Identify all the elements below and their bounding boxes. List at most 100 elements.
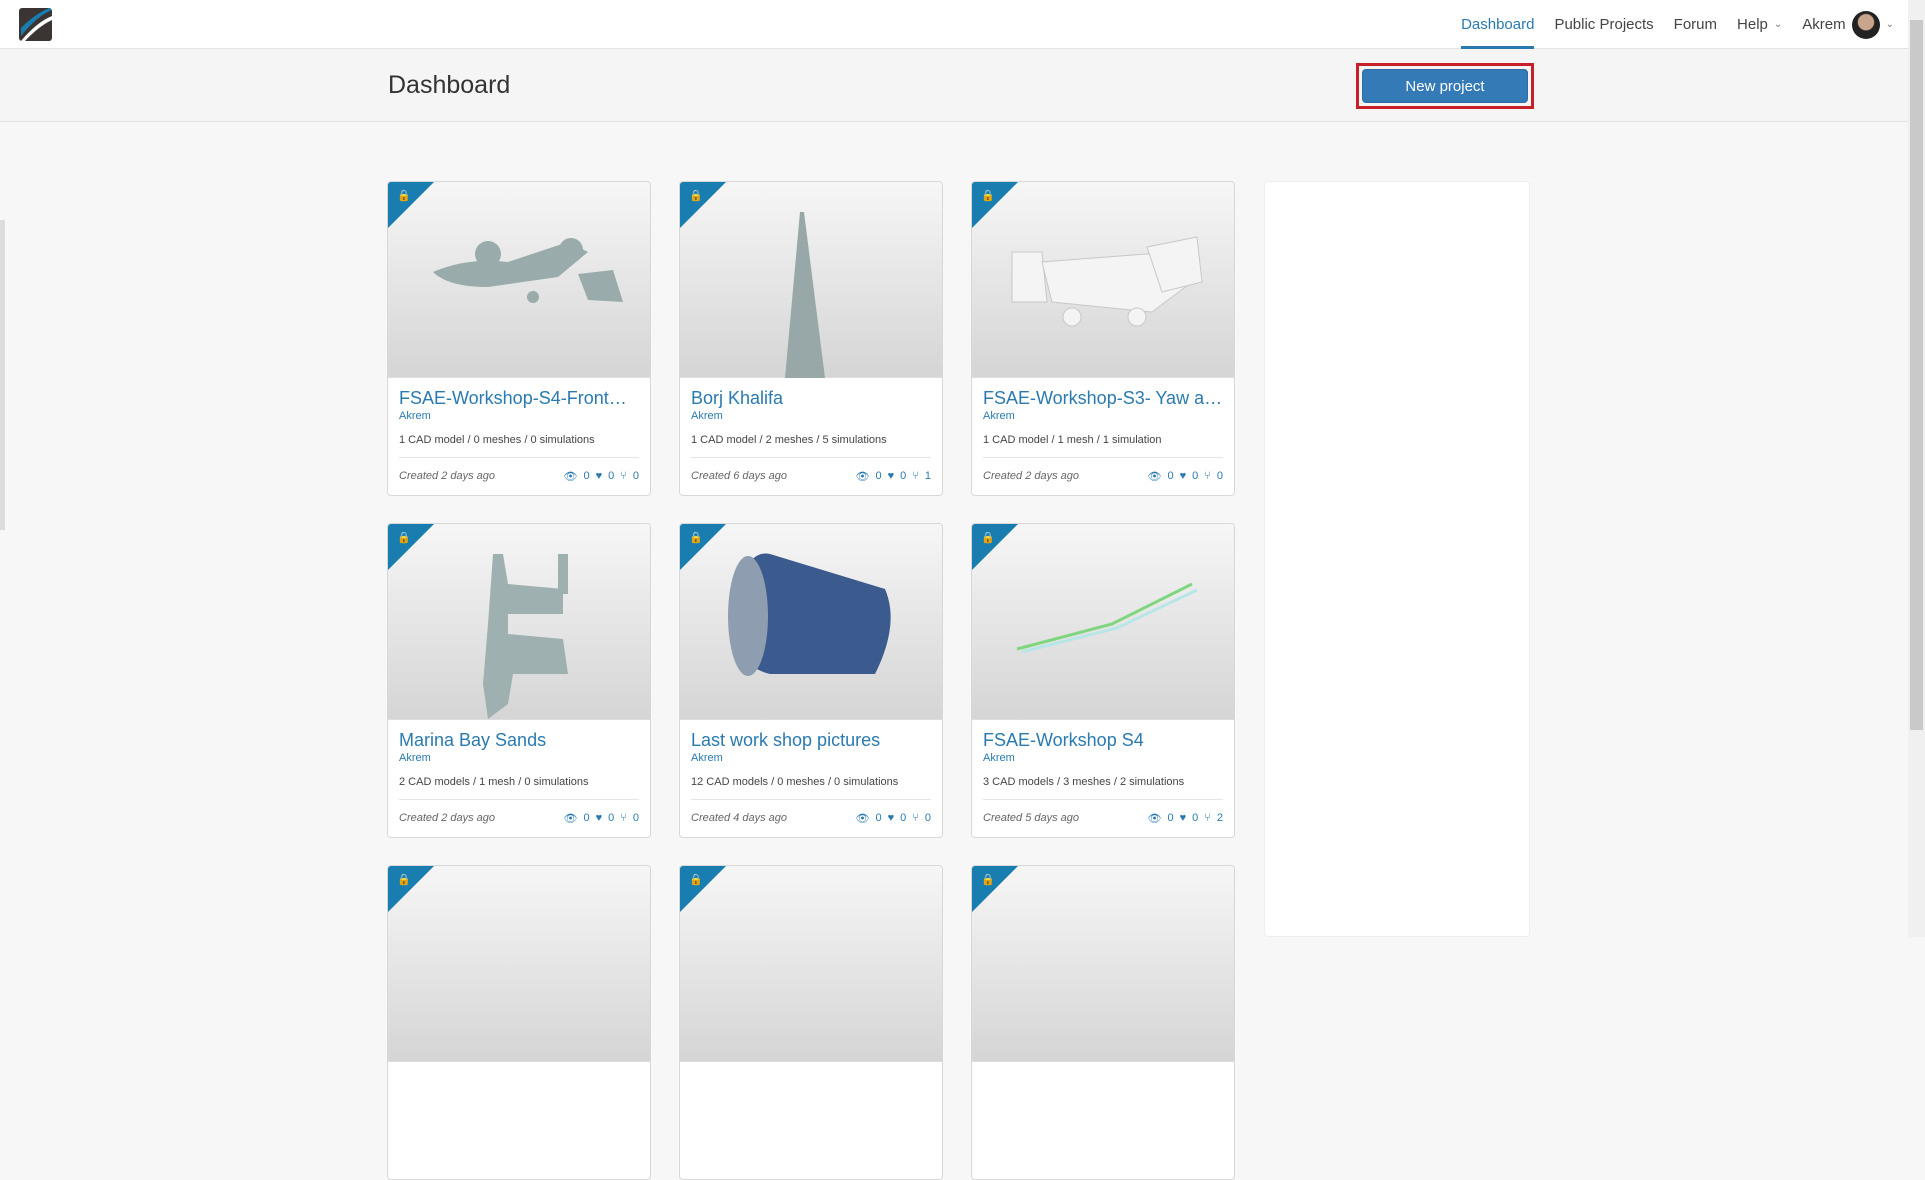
view-count: 0 bbox=[875, 470, 882, 482]
project-card[interactable]: 🔒 FSAE-Workshop-S3- Yaw angl... Akrem 1 CAD… bbox=[971, 181, 1235, 496]
nav-help-label: Help bbox=[1737, 16, 1768, 33]
created-date: Created 2 days ago bbox=[399, 470, 496, 482]
private-ribbon bbox=[388, 182, 434, 228]
project-card[interactable]: 🔒 FSAE-Workshop-S4-FrontWin... Akrem 1 CAD … bbox=[387, 181, 651, 496]
project-stats: 2 CAD models / 1 mesh / 0 simulations bbox=[399, 776, 639, 800]
eye-icon: 👁 bbox=[1147, 813, 1162, 825]
like-count: 0 bbox=[1192, 470, 1199, 482]
left-edge bbox=[0, 220, 5, 530]
fork-count: 1 bbox=[924, 470, 931, 482]
private-ribbon bbox=[388, 524, 434, 570]
project-owner[interactable]: Akrem bbox=[399, 752, 639, 764]
project-title[interactable]: FSAE-Workshop-S4-FrontWin... bbox=[399, 388, 639, 409]
project-title[interactable]: Last work shop pictures bbox=[691, 730, 931, 751]
lock-icon: 🔒 bbox=[689, 190, 703, 202]
project-owner[interactable]: Akrem bbox=[983, 752, 1223, 764]
private-ribbon bbox=[972, 524, 1018, 570]
view-count: 0 bbox=[583, 470, 590, 482]
heart-icon: ♥ bbox=[595, 470, 603, 482]
project-thumbnail[interactable]: 🔒 bbox=[972, 866, 1234, 1062]
nav-help[interactable]: Help ⌄ bbox=[1737, 0, 1782, 49]
lock-icon: 🔒 bbox=[397, 874, 411, 886]
app-logo[interactable] bbox=[19, 8, 52, 41]
heart-icon: ♥ bbox=[1179, 812, 1187, 824]
project-card[interactable]: 🔒 FSAE-Workshop S4 Akrem 3 CAD models / 3 m… bbox=[971, 523, 1235, 838]
lock-icon: 🔒 bbox=[981, 532, 995, 544]
project-stats: 3 CAD models / 3 meshes / 2 simulations bbox=[983, 776, 1223, 800]
scrollbar[interactable] bbox=[1908, 0, 1925, 937]
created-date: Created 4 days ago bbox=[691, 812, 788, 824]
private-ribbon bbox=[680, 524, 726, 570]
nav-public-projects[interactable]: Public Projects bbox=[1554, 0, 1653, 49]
project-thumbnail[interactable]: 🔒 bbox=[388, 866, 650, 1062]
highlight-box: New project bbox=[1356, 63, 1534, 109]
created-date: Created 2 days ago bbox=[399, 812, 496, 824]
project-card[interactable]: 🔒 Marina Bay Sands Akrem 2 CAD models / 1 m… bbox=[387, 523, 651, 838]
chevron-down-icon: ⌄ bbox=[1773, 19, 1783, 30]
eye-icon: 👁 bbox=[1147, 471, 1162, 483]
new-project-button[interactable]: New project bbox=[1362, 69, 1528, 103]
fork-count: 0 bbox=[632, 470, 639, 482]
like-count: 0 bbox=[900, 470, 907, 482]
project-card[interactable]: 🔒 Last work shop pictures Akrem 12 CAD mode… bbox=[679, 523, 943, 838]
project-stats: 1 CAD model / 2 meshes / 5 simulations bbox=[691, 434, 931, 458]
lock-icon: 🔒 bbox=[689, 532, 703, 544]
project-thumbnail[interactable]: 🔒 bbox=[388, 524, 650, 720]
view-count: 0 bbox=[875, 812, 882, 824]
lock-icon: 🔒 bbox=[397, 190, 411, 202]
project-stats: 1 CAD model / 0 meshes / 0 simulations bbox=[399, 434, 639, 458]
project-thumbnail[interactable]: 🔒 bbox=[680, 524, 942, 720]
project-title[interactable]: FSAE-Workshop-S3- Yaw angl... bbox=[983, 388, 1223, 409]
heart-icon: ♥ bbox=[595, 812, 603, 824]
project-thumbnail[interactable]: 🔒 bbox=[972, 182, 1234, 378]
project-card[interactable]: 🔒 bbox=[679, 865, 943, 1180]
project-owner[interactable]: Akrem bbox=[399, 410, 639, 422]
like-count: 0 bbox=[1192, 812, 1199, 824]
scrollbar-thumb[interactable] bbox=[1910, 20, 1923, 730]
eye-icon: 👁 bbox=[855, 813, 870, 825]
project-thumbnail[interactable]: 🔒 bbox=[680, 182, 942, 378]
eye-icon: 👁 bbox=[855, 471, 870, 483]
page-title: Dashboard bbox=[388, 71, 511, 99]
chevron-down-icon: ⌄ bbox=[1885, 19, 1894, 30]
fork-icon: ⑂ bbox=[912, 470, 919, 482]
project-thumbnail[interactable]: 🔒 bbox=[680, 866, 942, 1062]
lock-icon: 🔒 bbox=[981, 874, 995, 886]
project-thumbnail[interactable]: 🔒 bbox=[972, 524, 1234, 720]
view-count: 0 bbox=[583, 812, 590, 824]
project-owner[interactable]: Akrem bbox=[691, 410, 931, 422]
project-card[interactable]: 🔒 Borj Khalifa Akrem 1 CAD model / 2 meshes… bbox=[679, 181, 943, 496]
private-ribbon bbox=[680, 182, 726, 228]
fork-icon: ⑂ bbox=[620, 470, 627, 482]
project-card[interactable]: 🔒 bbox=[971, 865, 1235, 1180]
fork-icon: ⑂ bbox=[912, 812, 919, 824]
like-count: 0 bbox=[900, 812, 907, 824]
heart-icon: ♥ bbox=[1179, 470, 1187, 482]
project-title[interactable]: Borj Khalifa bbox=[691, 388, 931, 409]
private-ribbon bbox=[680, 866, 726, 912]
nav-forum[interactable]: Forum bbox=[1674, 0, 1717, 49]
project-stats: 1 CAD model / 1 mesh / 1 simulation bbox=[983, 434, 1223, 458]
project-owner[interactable]: Akrem bbox=[983, 410, 1223, 422]
fork-icon: ⑂ bbox=[620, 812, 627, 824]
project-stats: 12 CAD models / 0 meshes / 0 simulations bbox=[691, 776, 931, 800]
project-thumbnail[interactable]: 🔒 bbox=[388, 182, 650, 378]
view-count: 0 bbox=[1167, 812, 1174, 824]
user-menu[interactable]: Akrem ⌄ bbox=[1802, 0, 1894, 49]
project-card[interactable]: 🔒 bbox=[387, 865, 651, 1180]
lock-icon: 🔒 bbox=[689, 874, 703, 886]
private-ribbon bbox=[388, 866, 434, 912]
project-title[interactable]: FSAE-Workshop S4 bbox=[983, 730, 1223, 751]
project-title[interactable]: Marina Bay Sands bbox=[399, 730, 639, 751]
fork-count: 0 bbox=[632, 812, 639, 824]
nav-dashboard[interactable]: Dashboard bbox=[1461, 0, 1535, 49]
fork-count: 0 bbox=[924, 812, 931, 824]
created-date: Created 6 days ago bbox=[691, 470, 788, 482]
created-date: Created 5 days ago bbox=[983, 812, 1080, 824]
view-count: 0 bbox=[1167, 470, 1174, 482]
lock-icon: 🔒 bbox=[397, 532, 411, 544]
avatar bbox=[1851, 10, 1880, 39]
lock-icon: 🔒 bbox=[981, 190, 995, 202]
fork-count: 2 bbox=[1216, 812, 1223, 824]
project-owner[interactable]: Akrem bbox=[691, 752, 931, 764]
